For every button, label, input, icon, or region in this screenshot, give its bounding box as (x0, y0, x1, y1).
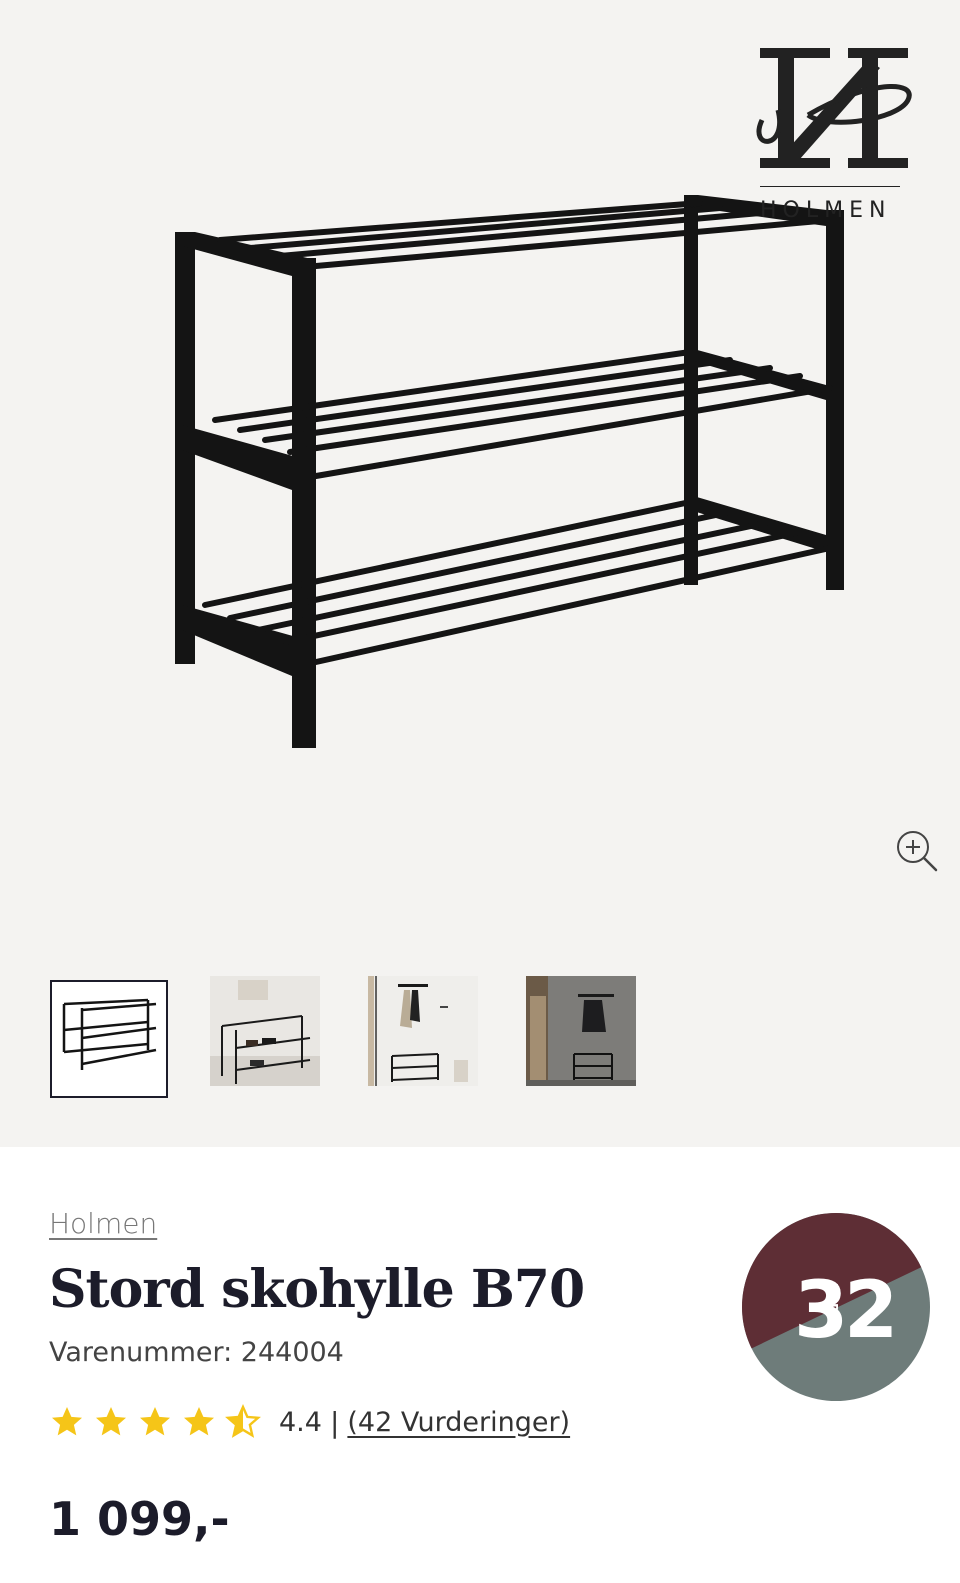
star-half-icon (225, 1404, 261, 1438)
badge-right-number: 2 (844, 1266, 898, 1356)
reviews-link[interactable]: (42 Vurderinger) (347, 1407, 570, 1438)
brand-logo-text: HOLMEN (760, 198, 892, 223)
product-gallery: HOLMEN (0, 0, 960, 1147)
product-price: 1 099,- (49, 1492, 230, 1546)
badge-left-number: 3 (794, 1266, 848, 1356)
brand-logo: HOLMEN (748, 40, 918, 230)
thumbnail-3[interactable] (368, 976, 478, 1086)
holmen-monogram-icon (756, 48, 912, 168)
thumbnail-1[interactable] (50, 980, 168, 1098)
rating-separator: | (329, 1405, 340, 1439)
sku-number: Varenummer: 244004 (49, 1337, 344, 1368)
star-full-icon (96, 1407, 126, 1436)
zoom-in-icon[interactable] (894, 828, 940, 874)
star-full-icon (184, 1407, 214, 1436)
promo-badge-3-for-2: 3 2 FOR (742, 1213, 930, 1401)
thumbnail-2[interactable] (210, 976, 320, 1086)
star-full-icon (52, 1407, 82, 1436)
rating-value: 4.4 (279, 1406, 322, 1438)
badge-middle-text: FOR (824, 1283, 839, 1313)
product-title: Stord skohylle B70 (49, 1259, 585, 1320)
brand-link[interactable]: Holmen (49, 1207, 157, 1240)
star-full-icon (140, 1407, 170, 1436)
rating-summary: 4.4 | (42 Vurderinger) (49, 1402, 570, 1442)
rating-stars (49, 1404, 261, 1440)
thumbnail-4[interactable] (526, 976, 636, 1086)
